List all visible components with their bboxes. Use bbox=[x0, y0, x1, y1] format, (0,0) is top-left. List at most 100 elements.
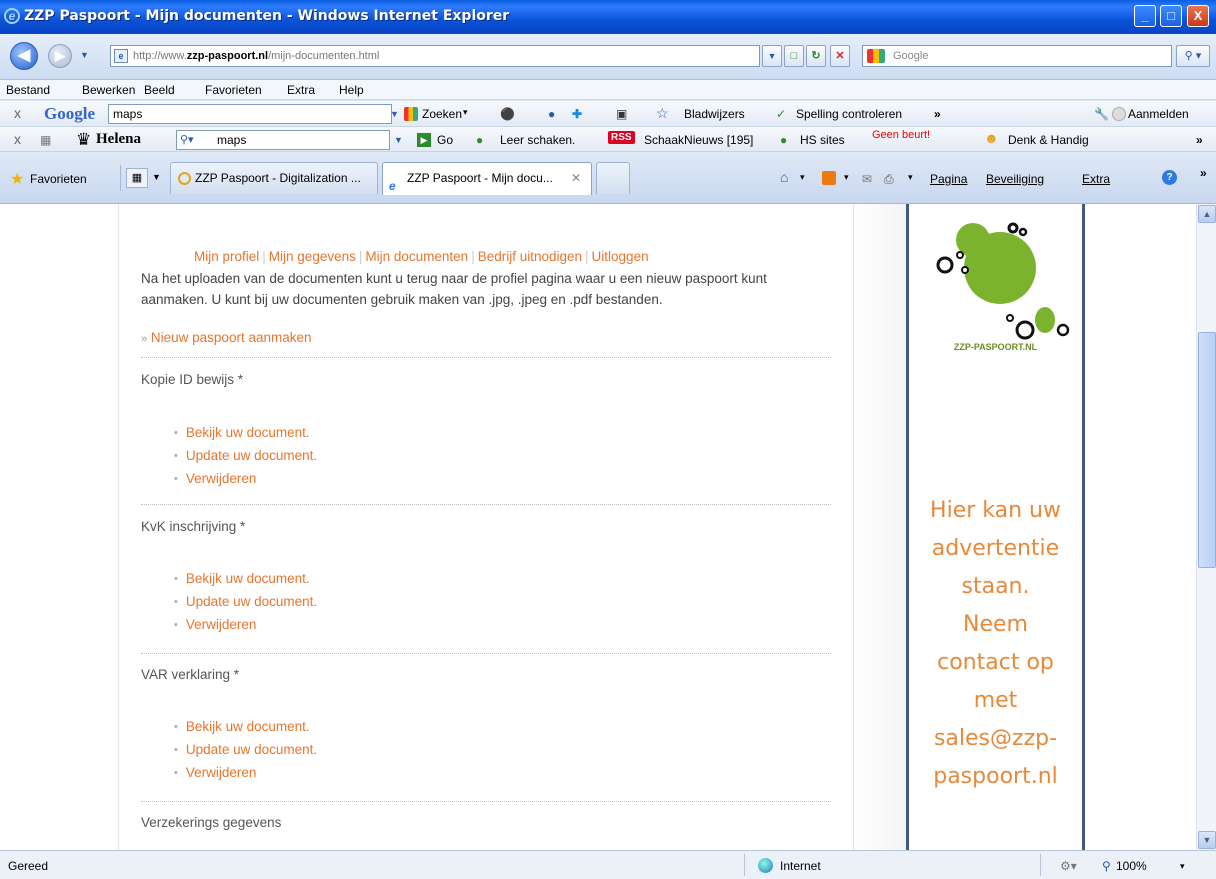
extra-menu[interactable]: Extra bbox=[1082, 172, 1110, 186]
tab-close-icon[interactable]: ✕ bbox=[571, 163, 581, 193]
feeds-icon[interactable] bbox=[822, 171, 836, 185]
search-input[interactable]: Google bbox=[862, 45, 1172, 67]
maximize-button[interactable]: □ bbox=[1160, 5, 1182, 27]
view-document-link[interactable]: Bekijk uw document. bbox=[174, 716, 317, 739]
print-dropdown-icon[interactable]: ▾ bbox=[908, 172, 913, 183]
wrench-icon[interactable]: 🔧 bbox=[1094, 107, 1109, 121]
page-viewport: Mijn profiel | Mijn gegevens | Mijn document… bbox=[0, 204, 1196, 850]
search-button[interactable]: Zoeken bbox=[422, 107, 462, 121]
close-button[interactable]: X bbox=[1187, 5, 1209, 27]
favorites-button[interactable]: Favorieten bbox=[30, 172, 87, 186]
home-icon[interactable]: ⌂ bbox=[780, 169, 788, 185]
menu-favorieten[interactable]: Favorieten bbox=[205, 83, 262, 97]
stop-icon[interactable]: ✕ bbox=[830, 45, 850, 67]
news-button[interactable]: SchaakNieuws [195] bbox=[644, 133, 753, 147]
scroll-thumb[interactable] bbox=[1198, 332, 1216, 568]
denk-handig-button[interactable]: Denk & Handig bbox=[1008, 133, 1089, 147]
section-title-insurance: Verzekerings gegevens bbox=[141, 815, 282, 830]
protected-mode-icon[interactable]: ⚙▾ bbox=[1060, 859, 1077, 873]
close-toolbar-icon[interactable]: x bbox=[14, 105, 21, 121]
help-icon[interactable]: ? bbox=[1162, 170, 1177, 185]
page-shadow bbox=[854, 204, 906, 850]
home-dropdown-icon[interactable]: ▾ bbox=[800, 172, 805, 183]
more-button[interactable]: » bbox=[934, 107, 941, 121]
pagerank-icon[interactable]: ⚫ bbox=[500, 107, 515, 121]
update-document-link[interactable]: Update uw document. bbox=[174, 445, 317, 468]
spellcheck-button[interactable]: Spelling controleren bbox=[796, 107, 902, 121]
loading-icon bbox=[178, 172, 191, 185]
tab-mijn-documenten[interactable]: e ZZP Paspoort - Mijn docu... ✕ bbox=[382, 162, 592, 195]
add-icon[interactable]: ✚ bbox=[572, 107, 582, 121]
scroll-down-icon[interactable]: ▼ bbox=[1198, 831, 1216, 849]
forward-button[interactable]: ▶ bbox=[48, 44, 72, 68]
menu-extra[interactable]: Extra bbox=[287, 83, 315, 97]
minimize-button[interactable]: _ bbox=[1134, 5, 1156, 27]
google-query-input[interactable]: maps bbox=[108, 104, 392, 124]
url-field[interactable]: e http://www.zzp-paspoort.nl/mijn-docume… bbox=[110, 45, 760, 67]
view-document-link[interactable]: Bekijk uw document. bbox=[174, 568, 317, 591]
vertical-scrollbar[interactable]: ▲ ▼ bbox=[1196, 204, 1216, 850]
chess-button[interactable]: Leer schaken. bbox=[500, 133, 575, 147]
more-button[interactable]: » bbox=[1196, 133, 1203, 147]
print-icon[interactable]: ⎙ bbox=[884, 172, 894, 187]
menu-help[interactable]: Help bbox=[339, 83, 364, 97]
nav-mijn-profiel[interactable]: Mijn profiel bbox=[194, 249, 259, 264]
beveiliging-menu[interactable]: Beveiliging bbox=[986, 172, 1044, 186]
doc-actions-id: Bekijk uw document. Update uw document. … bbox=[174, 422, 317, 491]
menu-bewerken[interactable]: Bewerken bbox=[82, 83, 135, 97]
refresh-icon[interactable]: ↻ bbox=[806, 45, 826, 67]
search-button[interactable]: ⚲ ▾ bbox=[1176, 45, 1210, 67]
scroll-up-icon[interactable]: ▲ bbox=[1198, 205, 1216, 223]
nav-bedrijf-uitnodigen[interactable]: Bedrijf uitnodigen bbox=[478, 249, 582, 264]
new-tab-button[interactable] bbox=[596, 162, 630, 194]
menu-bestand[interactable]: Bestand bbox=[6, 83, 50, 97]
globe-icon[interactable]: ● bbox=[548, 107, 555, 121]
query-dropdown-icon[interactable]: ▼ bbox=[390, 109, 399, 119]
ie-logo-icon: e bbox=[4, 8, 20, 24]
zoom-dropdown-icon[interactable]: ▾ bbox=[1180, 861, 1185, 872]
bookmarks-button[interactable]: Bladwijzers bbox=[684, 107, 745, 121]
screen-icon[interactable]: ▣ bbox=[616, 107, 627, 121]
tab-digitalization[interactable]: ZZP Paspoort - Digitalization ... bbox=[170, 162, 378, 194]
zoom-level[interactable]: 100% bbox=[1116, 859, 1147, 873]
nav-mijn-documenten[interactable]: Mijn documenten bbox=[365, 249, 468, 264]
advertisement-panel[interactable]: ZZP-PASPOORT.NL Hier kan uw advertentie … bbox=[906, 204, 1085, 850]
feeds-dropdown-icon[interactable]: ▾ bbox=[844, 172, 849, 183]
delete-document-link[interactable]: Verwijderen bbox=[174, 468, 317, 491]
mail-icon[interactable]: ✉ bbox=[862, 172, 872, 186]
page-margin-right bbox=[1085, 204, 1196, 850]
new-passport-link[interactable]: » Nieuw paspoort aanmaken bbox=[141, 330, 312, 345]
pagina-menu[interactable]: Pagina bbox=[930, 172, 967, 186]
zzp-logo-icon bbox=[936, 222, 1070, 340]
tab-list-icon[interactable]: ▼ bbox=[152, 172, 161, 182]
nav-mijn-gegevens[interactable]: Mijn gegevens bbox=[269, 249, 356, 264]
url-dropdown-icon[interactable]: ▼ bbox=[762, 45, 782, 67]
hs-sites-button[interactable]: HS sites bbox=[800, 133, 845, 147]
back-button[interactable]: ◀ bbox=[10, 42, 38, 70]
delete-document-link[interactable]: Verwijderen bbox=[174, 762, 317, 785]
compatibility-icon[interactable]: □ bbox=[784, 45, 804, 67]
section-title-var: VAR verklaring * bbox=[141, 667, 240, 682]
go-button[interactable]: Go bbox=[437, 133, 453, 147]
update-document-link[interactable]: Update uw document. bbox=[174, 739, 317, 762]
view-document-link[interactable]: Bekijk uw document. bbox=[174, 422, 317, 445]
menu-beeld[interactable]: Beeld bbox=[144, 83, 175, 97]
ad-line: sales@zzp- bbox=[933, 726, 1058, 751]
update-document-link[interactable]: Update uw document. bbox=[174, 591, 317, 614]
arrow-icon: » bbox=[141, 333, 148, 345]
google-icon bbox=[867, 49, 885, 63]
ad-line: staan. bbox=[961, 574, 1030, 599]
search-dropdown-icon[interactable]: ▾ bbox=[463, 107, 468, 118]
quick-tabs-icon[interactable]: ▦ bbox=[126, 168, 148, 188]
helena-query-input[interactable]: maps bbox=[176, 130, 390, 150]
history-dropdown-icon[interactable]: ▼ bbox=[80, 50, 89, 60]
signin-button[interactable]: Aanmelden bbox=[1128, 107, 1189, 121]
toolbar-menu-icon[interactable]: ▦ bbox=[40, 133, 51, 147]
close-toolbar-icon[interactable]: x bbox=[14, 131, 21, 147]
user-icon bbox=[1112, 107, 1126, 121]
helena-dropdown-icon[interactable]: ▼ bbox=[394, 135, 403, 145]
favorites-star-icon: ★ bbox=[10, 171, 25, 188]
delete-document-link[interactable]: Verwijderen bbox=[174, 614, 317, 637]
more-commands-button[interactable]: » bbox=[1200, 166, 1207, 180]
nav-uitloggen[interactable]: Uitloggen bbox=[592, 249, 649, 264]
